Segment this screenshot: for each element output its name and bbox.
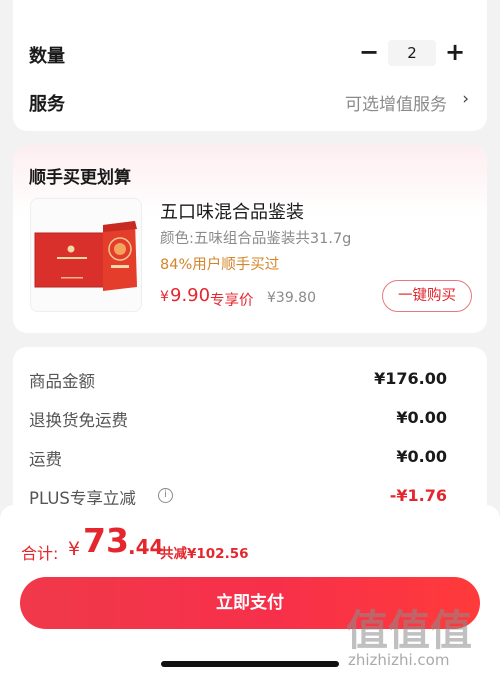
total-currency: ¥ (68, 538, 81, 560)
goods-amount-label: 商品金额 (29, 372, 95, 391)
exclusive-price-tag: 专享价 (210, 293, 254, 309)
free-return-label: 退换货免运费 (29, 411, 128, 430)
quantity-service-card: 数量 − 2 + 服务 可选增值服务 › (13, 0, 487, 131)
product-image[interactable] (30, 198, 142, 312)
info-icon[interactable]: i (158, 488, 173, 503)
product-spec: 颜色:五味组合品鉴装共31.7g (160, 231, 352, 247)
service-label: 服务 (29, 94, 65, 115)
quantity-label: 数量 (29, 46, 65, 67)
plus-discount-value: -¥1.76 (389, 486, 447, 505)
chevron-right-icon[interactable]: › (462, 89, 469, 109)
exclusive-price: 9.90 (170, 285, 211, 306)
service-select[interactable]: 可选增值服务 (345, 90, 447, 115)
checkout-bar: 合计: ¥ 73 .44 共减¥102.56 立即支付 值值值 zhizhizh… (0, 505, 500, 680)
total-amount-decimal: .44 (128, 535, 164, 559)
quantity-input[interactable]: 2 (388, 40, 436, 66)
goods-amount-value: ¥176.00 (374, 369, 447, 388)
quantity-decrease-button[interactable]: − (357, 38, 381, 68)
shipping-value: ¥0.00 (396, 447, 447, 466)
total-amount-integer: 73 (83, 521, 129, 560)
price-currency: ¥ (160, 289, 169, 305)
watermark-url: zhizhizhi.com (348, 651, 450, 669)
pay-now-button[interactable]: 立即支付 (20, 577, 480, 629)
original-price: ¥39.80 (267, 290, 316, 306)
total-label: 合计: (21, 544, 59, 563)
tea-box-illustration (31, 199, 141, 311)
bundle-card: 顺手买更划算 五口味混合品鉴装 颜色:五味组合品鉴装共31.7g 84%用户顺手… (13, 145, 487, 333)
product-name[interactable]: 五口味混合品鉴装 (160, 198, 304, 224)
bundle-title: 顺手买更划算 (29, 168, 131, 188)
buy-rate-text: 84%用户顺手买过 (160, 257, 280, 273)
free-return-value: ¥0.00 (396, 408, 447, 427)
quantity-increase-button[interactable]: + (443, 38, 467, 68)
amount-card: 商品金额 ¥176.00 退换货免运费 ¥0.00 运费 ¥0.00 PLUS专… (13, 347, 487, 527)
shipping-label: 运费 (29, 450, 62, 469)
total-saved: 共减¥102.56 (160, 546, 249, 562)
one-click-buy-button[interactable]: 一键购买 (382, 280, 472, 312)
home-indicator[interactable] (161, 661, 339, 667)
